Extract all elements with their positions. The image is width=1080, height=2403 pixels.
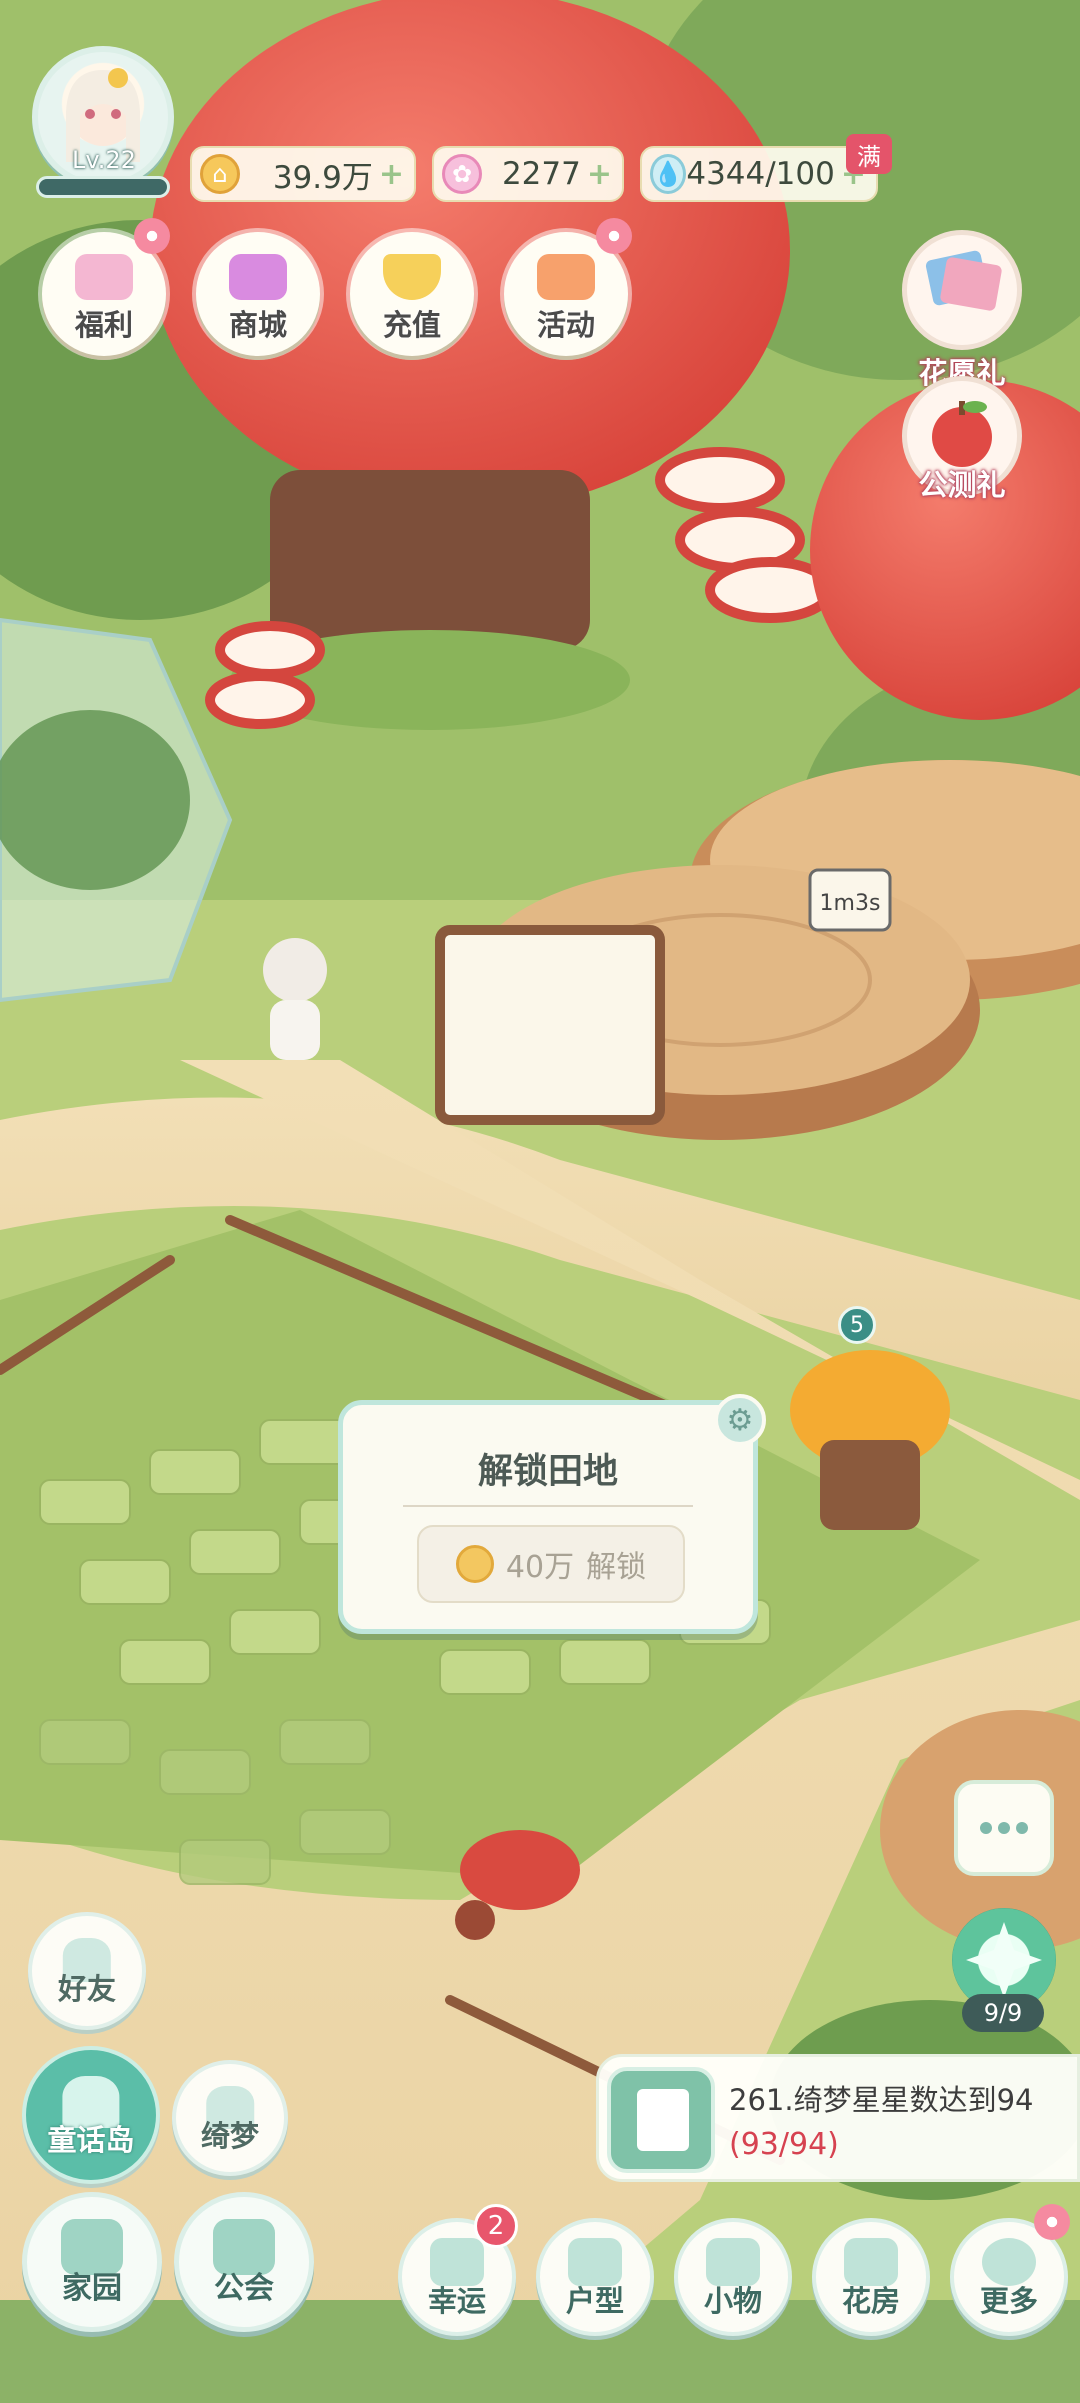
unlock-cost: 40万	[505, 1550, 575, 1585]
well-count-badge: 5	[838, 1306, 876, 1344]
gem-value: 2277	[501, 156, 581, 192]
dream-button[interactable]: 绮梦	[172, 2060, 288, 2176]
welfare-label: 福利	[74, 308, 133, 342]
fairy-island-label: 童话岛	[47, 2123, 135, 2158]
diamond-v-icon	[383, 254, 441, 300]
nav-guild-button[interactable]: 公会	[174, 2192, 314, 2332]
recharge-button[interactable]: 充值	[350, 232, 474, 356]
add-gem-icon[interactable]: +	[587, 157, 612, 192]
star-gem-icon: ✿	[442, 154, 482, 194]
photo-cards-icon	[925, 250, 1002, 311]
events-label: 活动	[536, 308, 595, 342]
nav-layout-label: 户型	[565, 2284, 624, 2318]
nav-items-label: 小物	[703, 2284, 762, 2318]
coin-value: 39.9万	[272, 159, 373, 196]
water-full-badge: 满	[846, 134, 892, 174]
launch-gift-label: 公测礼	[918, 468, 1006, 502]
popup-title: 解锁田地	[477, 1452, 618, 1492]
timer-sign-text: 1m3s	[820, 891, 881, 916]
events-alert-icon	[596, 218, 632, 254]
chat-dot-icon	[998, 1822, 1010, 1834]
quest-text: 261.绮梦星星数达到94	[729, 2083, 1034, 2117]
friends-label: 好友	[57, 1972, 116, 2007]
coin-icon	[455, 1545, 494, 1583]
nav-greenhouse-label: 花房	[841, 2284, 900, 2318]
nav-greenhouse-button[interactable]: 花房	[812, 2218, 930, 2336]
nav-home-label: 家园	[62, 2271, 122, 2306]
fairy-island-button[interactable]: 童话岛	[22, 2046, 160, 2184]
nav-layout-button[interactable]: 户型	[536, 2218, 654, 2336]
unlock-field-popup: 解锁田地 40万 解锁	[338, 1400, 758, 1634]
gem-counter[interactable]: ✿ 2277 +	[432, 146, 624, 202]
flower-wish-gift-button[interactable]	[902, 230, 1022, 350]
unlock-label: 解锁	[586, 1550, 647, 1585]
xp-bar	[36, 176, 170, 198]
popup-divider	[403, 1505, 693, 1507]
gamepad-icon	[537, 254, 595, 300]
dream-label: 绮梦	[200, 2118, 259, 2153]
star-counter: 9/9	[962, 1994, 1044, 2032]
water-drop-icon: 💧	[650, 154, 687, 194]
water-counter[interactable]: 💧 4344/100 +	[640, 146, 878, 202]
add-coin-icon[interactable]: +	[379, 157, 404, 192]
chat-dot-icon	[980, 1822, 992, 1834]
gear-icon[interactable]: ⚙	[714, 1394, 766, 1446]
quest-tracker[interactable]: 261.绮梦星星数达到94 (93/94)	[596, 2054, 1080, 2182]
luck-badge: 2	[474, 2204, 518, 2248]
nav-items-button[interactable]: 小物	[674, 2218, 792, 2336]
welfare-alert-icon	[134, 218, 170, 254]
shop-button[interactable]: 商城	[196, 232, 320, 356]
shopping-cart-icon	[229, 254, 287, 300]
nav-luck-label: 幸运	[427, 2284, 486, 2318]
water-value: 4344/100	[686, 156, 835, 192]
more-alert-icon	[1034, 2204, 1070, 2240]
nav-more-label: 更多	[979, 2284, 1038, 2318]
chat-dot-icon	[1016, 1822, 1028, 1834]
friends-button[interactable]: 好友	[28, 1912, 146, 2030]
chat-button[interactable]	[954, 1780, 1054, 1876]
gift-box-icon	[75, 254, 133, 300]
shop-label: 商城	[228, 308, 287, 342]
nav-guild-label: 公会	[214, 2271, 274, 2306]
quest-progress: (93/94)	[729, 2127, 839, 2162]
clipboard-icon	[607, 2067, 715, 2173]
recharge-label: 充值	[382, 308, 441, 342]
coin-counter[interactable]: ⌂ 39.9万 +	[190, 146, 416, 202]
coin-icon: ⌂	[200, 154, 240, 194]
unlock-button[interactable]: 40万 解锁	[417, 1525, 685, 1603]
nav-home-button[interactable]: 家园	[22, 2192, 162, 2332]
player-level: Lv.22	[72, 146, 136, 174]
